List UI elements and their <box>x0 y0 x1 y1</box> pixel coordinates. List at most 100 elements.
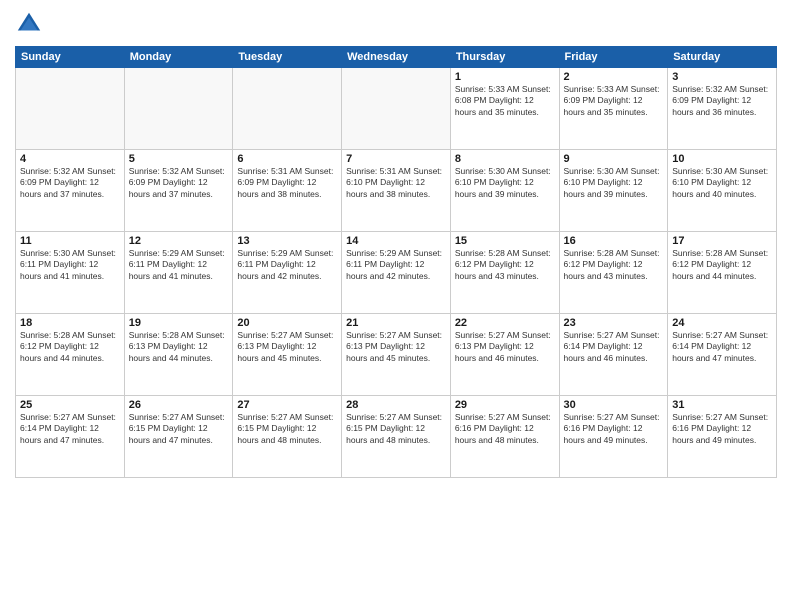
day-number: 28 <box>346 399 446 411</box>
day-info: Sunrise: 5:27 AM Sunset: 6:15 PM Dayligh… <box>129 412 229 446</box>
calendar-cell: 29Sunrise: 5:27 AM Sunset: 6:16 PM Dayli… <box>450 396 559 478</box>
calendar-day-header: Monday <box>124 47 233 68</box>
calendar-day-header: Saturday <box>668 47 777 68</box>
day-number: 25 <box>20 399 120 411</box>
calendar-cell: 16Sunrise: 5:28 AM Sunset: 6:12 PM Dayli… <box>559 232 668 314</box>
calendar-table: SundayMondayTuesdayWednesdayThursdayFrid… <box>15 46 777 478</box>
day-info: Sunrise: 5:27 AM Sunset: 6:16 PM Dayligh… <box>564 412 664 446</box>
day-number: 17 <box>672 235 772 247</box>
day-number: 1 <box>455 71 555 83</box>
calendar-day-header: Tuesday <box>233 47 342 68</box>
calendar-cell: 28Sunrise: 5:27 AM Sunset: 6:15 PM Dayli… <box>342 396 451 478</box>
calendar-cell: 5Sunrise: 5:32 AM Sunset: 6:09 PM Daylig… <box>124 150 233 232</box>
day-number: 6 <box>237 153 337 165</box>
day-number: 14 <box>346 235 446 247</box>
day-number: 16 <box>564 235 664 247</box>
day-info: Sunrise: 5:30 AM Sunset: 6:10 PM Dayligh… <box>564 166 664 200</box>
day-number: 22 <box>455 317 555 329</box>
day-info: Sunrise: 5:29 AM Sunset: 6:11 PM Dayligh… <box>237 248 337 282</box>
calendar-cell: 14Sunrise: 5:29 AM Sunset: 6:11 PM Dayli… <box>342 232 451 314</box>
day-number: 18 <box>20 317 120 329</box>
calendar-cell: 18Sunrise: 5:28 AM Sunset: 6:12 PM Dayli… <box>16 314 125 396</box>
calendar-cell: 30Sunrise: 5:27 AM Sunset: 6:16 PM Dayli… <box>559 396 668 478</box>
calendar-day-header: Wednesday <box>342 47 451 68</box>
day-info: Sunrise: 5:27 AM Sunset: 6:15 PM Dayligh… <box>346 412 446 446</box>
day-number: 10 <box>672 153 772 165</box>
day-number: 31 <box>672 399 772 411</box>
calendar-day-header: Friday <box>559 47 668 68</box>
day-info: Sunrise: 5:28 AM Sunset: 6:12 PM Dayligh… <box>455 248 555 282</box>
day-info: Sunrise: 5:27 AM Sunset: 6:14 PM Dayligh… <box>564 330 664 364</box>
day-info: Sunrise: 5:27 AM Sunset: 6:13 PM Dayligh… <box>237 330 337 364</box>
calendar-week-row: 1Sunrise: 5:33 AM Sunset: 6:08 PM Daylig… <box>16 68 777 150</box>
day-info: Sunrise: 5:32 AM Sunset: 6:09 PM Dayligh… <box>20 166 120 200</box>
day-number: 19 <box>129 317 229 329</box>
calendar-header-row: SundayMondayTuesdayWednesdayThursdayFrid… <box>16 47 777 68</box>
day-info: Sunrise: 5:31 AM Sunset: 6:10 PM Dayligh… <box>346 166 446 200</box>
calendar-cell: 12Sunrise: 5:29 AM Sunset: 6:11 PM Dayli… <box>124 232 233 314</box>
calendar-cell <box>124 68 233 150</box>
calendar-week-row: 18Sunrise: 5:28 AM Sunset: 6:12 PM Dayli… <box>16 314 777 396</box>
day-number: 24 <box>672 317 772 329</box>
day-info: Sunrise: 5:30 AM Sunset: 6:10 PM Dayligh… <box>455 166 555 200</box>
day-info: Sunrise: 5:31 AM Sunset: 6:09 PM Dayligh… <box>237 166 337 200</box>
calendar-cell: 20Sunrise: 5:27 AM Sunset: 6:13 PM Dayli… <box>233 314 342 396</box>
day-info: Sunrise: 5:32 AM Sunset: 6:09 PM Dayligh… <box>129 166 229 200</box>
day-info: Sunrise: 5:29 AM Sunset: 6:11 PM Dayligh… <box>129 248 229 282</box>
day-number: 15 <box>455 235 555 247</box>
day-info: Sunrise: 5:30 AM Sunset: 6:10 PM Dayligh… <box>672 166 772 200</box>
calendar-cell: 9Sunrise: 5:30 AM Sunset: 6:10 PM Daylig… <box>559 150 668 232</box>
calendar-cell: 1Sunrise: 5:33 AM Sunset: 6:08 PM Daylig… <box>450 68 559 150</box>
calendar-day-header: Thursday <box>450 47 559 68</box>
day-info: Sunrise: 5:27 AM Sunset: 6:16 PM Dayligh… <box>455 412 555 446</box>
calendar-week-row: 4Sunrise: 5:32 AM Sunset: 6:09 PM Daylig… <box>16 150 777 232</box>
calendar-week-row: 25Sunrise: 5:27 AM Sunset: 6:14 PM Dayli… <box>16 396 777 478</box>
day-info: Sunrise: 5:33 AM Sunset: 6:09 PM Dayligh… <box>564 84 664 118</box>
calendar-cell: 27Sunrise: 5:27 AM Sunset: 6:15 PM Dayli… <box>233 396 342 478</box>
day-number: 21 <box>346 317 446 329</box>
calendar-cell: 4Sunrise: 5:32 AM Sunset: 6:09 PM Daylig… <box>16 150 125 232</box>
calendar-cell: 15Sunrise: 5:28 AM Sunset: 6:12 PM Dayli… <box>450 232 559 314</box>
day-number: 3 <box>672 71 772 83</box>
day-info: Sunrise: 5:32 AM Sunset: 6:09 PM Dayligh… <box>672 84 772 118</box>
calendar-cell <box>16 68 125 150</box>
day-number: 27 <box>237 399 337 411</box>
day-number: 23 <box>564 317 664 329</box>
day-info: Sunrise: 5:27 AM Sunset: 6:14 PM Dayligh… <box>672 330 772 364</box>
day-info: Sunrise: 5:30 AM Sunset: 6:11 PM Dayligh… <box>20 248 120 282</box>
calendar-cell: 26Sunrise: 5:27 AM Sunset: 6:15 PM Dayli… <box>124 396 233 478</box>
day-info: Sunrise: 5:28 AM Sunset: 6:12 PM Dayligh… <box>564 248 664 282</box>
day-info: Sunrise: 5:27 AM Sunset: 6:13 PM Dayligh… <box>455 330 555 364</box>
logo-icon <box>15 10 43 38</box>
day-number: 11 <box>20 235 120 247</box>
calendar-cell: 6Sunrise: 5:31 AM Sunset: 6:09 PM Daylig… <box>233 150 342 232</box>
calendar-cell: 8Sunrise: 5:30 AM Sunset: 6:10 PM Daylig… <box>450 150 559 232</box>
calendar-cell: 13Sunrise: 5:29 AM Sunset: 6:11 PM Dayli… <box>233 232 342 314</box>
calendar-cell: 24Sunrise: 5:27 AM Sunset: 6:14 PM Dayli… <box>668 314 777 396</box>
calendar-cell: 23Sunrise: 5:27 AM Sunset: 6:14 PM Dayli… <box>559 314 668 396</box>
calendar-cell: 21Sunrise: 5:27 AM Sunset: 6:13 PM Dayli… <box>342 314 451 396</box>
day-number: 13 <box>237 235 337 247</box>
calendar-cell <box>233 68 342 150</box>
calendar-cell: 22Sunrise: 5:27 AM Sunset: 6:13 PM Dayli… <box>450 314 559 396</box>
calendar-cell: 31Sunrise: 5:27 AM Sunset: 6:16 PM Dayli… <box>668 396 777 478</box>
calendar-cell <box>342 68 451 150</box>
day-number: 9 <box>564 153 664 165</box>
day-info: Sunrise: 5:29 AM Sunset: 6:11 PM Dayligh… <box>346 248 446 282</box>
day-number: 7 <box>346 153 446 165</box>
day-info: Sunrise: 5:27 AM Sunset: 6:15 PM Dayligh… <box>237 412 337 446</box>
page: SundayMondayTuesdayWednesdayThursdayFrid… <box>0 0 792 612</box>
day-info: Sunrise: 5:27 AM Sunset: 6:13 PM Dayligh… <box>346 330 446 364</box>
day-info: Sunrise: 5:27 AM Sunset: 6:16 PM Dayligh… <box>672 412 772 446</box>
day-info: Sunrise: 5:28 AM Sunset: 6:12 PM Dayligh… <box>20 330 120 364</box>
day-number: 20 <box>237 317 337 329</box>
logo <box>15 10 47 38</box>
calendar-cell: 10Sunrise: 5:30 AM Sunset: 6:10 PM Dayli… <box>668 150 777 232</box>
calendar-cell: 3Sunrise: 5:32 AM Sunset: 6:09 PM Daylig… <box>668 68 777 150</box>
day-number: 12 <box>129 235 229 247</box>
day-number: 8 <box>455 153 555 165</box>
day-number: 2 <box>564 71 664 83</box>
day-number: 26 <box>129 399 229 411</box>
day-info: Sunrise: 5:33 AM Sunset: 6:08 PM Dayligh… <box>455 84 555 118</box>
day-number: 5 <box>129 153 229 165</box>
